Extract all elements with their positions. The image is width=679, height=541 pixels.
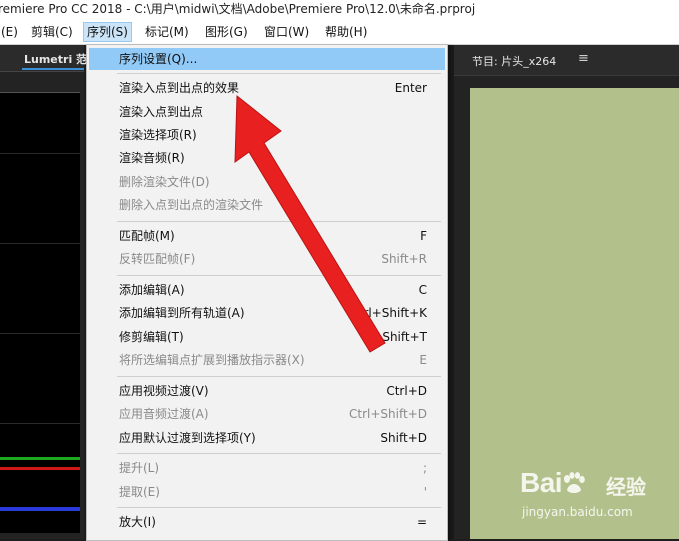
- menu-separator: [117, 275, 441, 276]
- active-tab-indicator: [22, 68, 84, 70]
- scope-gridline: [0, 333, 80, 334]
- menu-item-label: 删除渲染文件(D): [119, 175, 210, 189]
- menu-separator: [117, 73, 441, 74]
- menu-item-label: 应用默认过渡到选择项(Y): [119, 431, 256, 445]
- menu-item-reverse-match-frame[interactable]: 反转匹配帧(F) Shift+R: [87, 248, 447, 270]
- menu-item-render-in-to-out[interactable]: 渲染入点到出点: [87, 101, 447, 123]
- menu-item-lift[interactable]: 提升(L) ;: [87, 457, 447, 479]
- menu-item-label: 将所选编辑点扩展到播放指示器(X): [119, 353, 305, 367]
- menu-item-zoom-in[interactable]: 放大(I) =: [87, 511, 447, 533]
- scope-gridline: [0, 423, 80, 424]
- menu-marker[interactable]: 标记(M): [142, 23, 192, 41]
- menu-item-delete-render-files[interactable]: 删除渲染文件(D): [87, 171, 447, 193]
- menu-item-label: 删除入点到出点的渲染文件: [119, 198, 264, 212]
- menu-item-label: 应用音频过渡(A): [119, 407, 209, 421]
- menu-item-apply-audio-transition[interactable]: 应用音频过渡(A) Ctrl+Shift+D: [87, 403, 447, 425]
- menu-item-shortcut: F: [420, 229, 427, 243]
- scope-display: [0, 92, 80, 533]
- watermark-url: jingyan.baidu.com: [522, 505, 633, 519]
- menu-item-shortcut: E: [419, 353, 427, 367]
- menu-item-match-frame[interactable]: 匹配帧(M) F: [87, 225, 447, 247]
- menu-item-trim-edit[interactable]: 修剪编辑(T) Shift+T: [87, 326, 447, 348]
- menu-item-label: 反转匹配帧(F): [119, 252, 196, 266]
- menu-separator: [117, 507, 441, 508]
- menu-item-shortcut: Ctrl+Shift+K: [350, 306, 427, 320]
- menu-item-render-selection[interactable]: 渲染选择项(R): [87, 124, 447, 146]
- menu-item-extract[interactable]: 提取(E) ': [87, 481, 447, 503]
- menu-item-add-edit-all-tracks[interactable]: 添加编辑到所有轨道(A) Ctrl+Shift+K: [87, 302, 447, 324]
- menu-item-label: 渲染音频(R): [119, 151, 185, 165]
- watermark-logo: Bai: [520, 467, 586, 499]
- menu-item-label: 修剪编辑(T): [119, 330, 184, 344]
- menu-sequence[interactable]: 序列(S): [83, 22, 132, 42]
- menu-item-label: 提取(E): [119, 485, 160, 499]
- baidu-paw-icon: [564, 472, 585, 493]
- menu-item-label: 应用视频过渡(V): [119, 384, 209, 398]
- menu-item-render-audio[interactable]: 渲染音频(R): [87, 147, 447, 169]
- menu-item-delete-in-out-render-files[interactable]: 删除入点到出点的渲染文件: [87, 194, 447, 216]
- menu-item-shortcut: ;: [422, 461, 427, 475]
- menu-item-shortcut: Shift+D: [380, 431, 427, 445]
- menu-item-shortcut: Ctrl+D: [386, 384, 427, 398]
- scope-green-trace: [0, 457, 80, 460]
- menu-item-render-effects-in-to-out[interactable]: 渲染入点到出点的效果 Enter: [87, 77, 447, 99]
- window-titlebar: remiere Pro CC 2018 - C:\用户\midwi\文档\Ado…: [0, 0, 679, 20]
- menu-item-shortcut: Shift+R: [381, 252, 427, 266]
- menu-clip[interactable]: 剪辑(C): [28, 23, 76, 41]
- menu-item-label: 渲染入点到出点: [119, 105, 204, 119]
- scope-gridline: [0, 243, 80, 244]
- menu-item-label: 提升(L): [119, 461, 160, 475]
- menu-item-shortcut: Enter: [394, 81, 427, 95]
- watermark-brand: Bai: [520, 467, 563, 498]
- menu-item-label: 渲染入点到出点的效果: [119, 81, 240, 95]
- menu-edit[interactable]: (E): [0, 23, 21, 41]
- menu-item-apply-video-transition[interactable]: 应用视频过渡(V) Ctrl+D: [87, 380, 447, 402]
- scope-blue-trace: [0, 507, 80, 511]
- menu-separator: [117, 376, 441, 377]
- tab-program-monitor[interactable]: 节目: 片头_x264: [472, 53, 556, 69]
- menu-item-shortcut: C: [418, 283, 427, 297]
- menu-item-shortcut: ': [423, 485, 427, 499]
- menu-item-add-edit[interactable]: 添加编辑(A) C: [87, 279, 447, 301]
- menu-item-label: 添加编辑到所有轨道(A): [119, 306, 245, 320]
- right-panel-tabbar: 节目: 片头_x264 ≡: [454, 45, 679, 76]
- menu-item-label: 添加编辑(A): [119, 283, 185, 297]
- menu-item-label: 匹配帧(M): [119, 229, 175, 243]
- menu-item-shortcut: Ctrl+Shift+D: [349, 407, 427, 421]
- menu-graphics[interactable]: 图形(G): [202, 23, 251, 41]
- menu-separator: [117, 221, 441, 222]
- menu-item-label: 放大(I): [119, 515, 156, 529]
- menu-item-shortcut: Shift+T: [382, 330, 427, 344]
- hamburger-menu-icon[interactable]: ≡: [578, 51, 589, 66]
- menu-item-label: 渲染选择项(R): [119, 128, 197, 142]
- menu-item-apply-default-transitions[interactable]: 应用默认过渡到选择项(Y) Shift+D: [87, 427, 447, 449]
- window-title: remiere Pro CC 2018 - C:\用户\midwi\文档\Ado…: [0, 2, 476, 16]
- baidu-watermark: Bai 经验 jingyan.baidu.com: [520, 463, 670, 523]
- tab-lumetri-scopes[interactable]: Lumetri 范: [24, 51, 87, 67]
- scope-red-trace: [0, 467, 80, 470]
- menu-bar: (E) 剪辑(C) 序列(S) 标记(M) 图形(G) 窗口(W) 帮助(H): [0, 20, 679, 45]
- menu-item-shortcut: =: [416, 515, 427, 529]
- menu-item-sequence-settings[interactable]: 序列设置(Q)...: [89, 48, 445, 70]
- menu-window[interactable]: 窗口(W): [261, 23, 312, 41]
- menu-help[interactable]: 帮助(H): [322, 23, 370, 41]
- scope-gridline: [0, 153, 80, 154]
- menu-item-label: 序列设置(Q)...: [119, 52, 198, 66]
- menu-separator: [117, 453, 441, 454]
- watermark-suffix: 经验: [606, 475, 646, 499]
- menu-item-extend-edit-to-playhead[interactable]: 将所选编辑点扩展到播放指示器(X) E: [87, 349, 447, 371]
- sequence-dropdown-menu: 序列设置(Q)... 渲染入点到出点的效果 Enter 渲染入点到出点 渲染选择…: [86, 44, 448, 541]
